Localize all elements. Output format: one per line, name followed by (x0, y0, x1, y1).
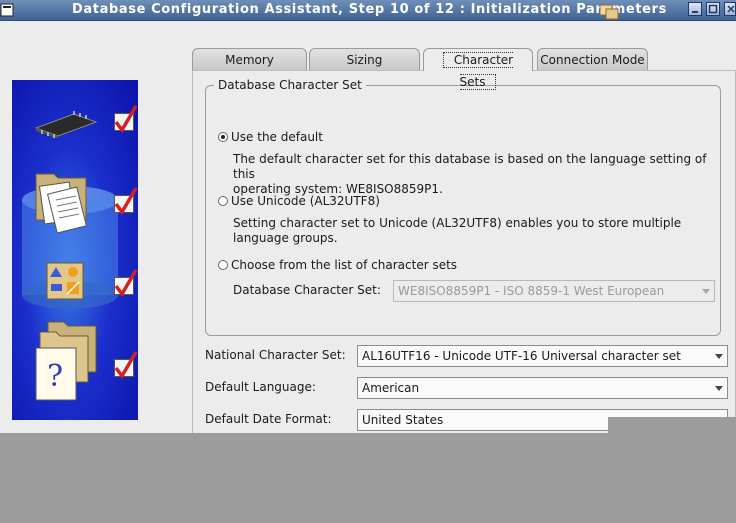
description-line: language groups. (233, 231, 338, 245)
wizard-graphic-panel: ? (12, 80, 138, 420)
description-line: The default character set for this datab… (233, 152, 707, 181)
maximize-icon (708, 4, 718, 14)
documents-icon (35, 173, 87, 234)
checkmark-icon (114, 351, 138, 380)
checkmark-icon (114, 105, 138, 134)
window-menu-icon[interactable] (0, 0, 16, 20)
radio-use-default[interactable] (218, 132, 228, 142)
checkmark-icon (114, 187, 138, 216)
chevron-down-icon (715, 386, 723, 391)
radio-label: Choose from the list of character sets (231, 258, 458, 272)
default-language-label: Default Language: (205, 380, 316, 394)
default-date-format-label: Default Date Format: (205, 412, 332, 426)
tab-label: Memory (225, 53, 274, 67)
chip-icon (34, 111, 98, 138)
occluded-region (0, 433, 736, 523)
checkmark-icon (114, 269, 138, 298)
tab-connection-mode[interactable]: Connection Mode (537, 48, 648, 70)
default-language-select[interactable]: American (357, 377, 728, 399)
national-character-set-select[interactable]: AL16UTF16 - Unicode UTF-16 Universal cha… (357, 345, 728, 367)
radio-choose-from-list[interactable] (218, 260, 228, 270)
database-character-set-label: Database Character Set: (233, 283, 381, 297)
national-character-set-label: National Character Set: (205, 348, 346, 362)
svg-text:?: ? (47, 359, 63, 394)
chevron-down-icon (715, 354, 723, 359)
window-stack-icon (599, 4, 619, 20)
description-line: Setting character set to Unicode (AL32UT… (233, 216, 682, 230)
shapes-icon (46, 262, 84, 300)
radio-label: Use Unicode (AL32UTF8) (231, 194, 380, 208)
maximize-button[interactable] (706, 2, 720, 16)
title-bar: Database Configuration Assistant, Step 1… (0, 0, 736, 21)
option-description: Setting character set to Unicode (AL32UT… (233, 216, 723, 246)
help-documents-icon: ? (35, 321, 97, 401)
tab-sizing[interactable]: Sizing (309, 48, 420, 70)
window-title: Database Configuration Assistant, Step 1… (72, 2, 667, 17)
radio-label: Use the default (231, 130, 323, 144)
tab-memory[interactable]: Memory (192, 48, 307, 70)
select-value: WE8ISO8859P1 - ISO 8859-1 West European (398, 284, 665, 298)
option-description: The default character set for this datab… (233, 152, 723, 197)
database-character-set-select[interactable]: WE8ISO8859P1 - ISO 8859-1 West European (393, 280, 715, 302)
tab-label: Sizing (346, 53, 383, 67)
tab-character-sets[interactable]: Character Sets (423, 48, 533, 90)
select-value: American (362, 381, 420, 395)
minimize-button[interactable] (688, 2, 702, 16)
minimize-icon (692, 11, 698, 13)
select-value: United States (362, 413, 444, 427)
radio-use-unicode[interactable] (218, 196, 228, 206)
chevron-down-icon (702, 289, 710, 294)
group-title: Database Character Set (214, 78, 366, 92)
tab-label: Connection Mode (540, 53, 645, 67)
select-value: AL16UTF16 - Unicode UTF-16 Universal cha… (362, 349, 681, 363)
close-icon (727, 5, 735, 13)
close-button[interactable] (724, 2, 736, 16)
